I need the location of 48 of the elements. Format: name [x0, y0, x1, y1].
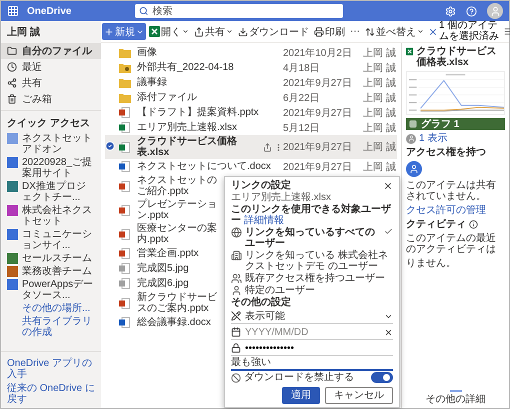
file-name: 【ドラフト】提案資料.pptx — [136, 106, 260, 119]
chart-tab-label: グラフ 1 — [421, 118, 460, 130]
settings-heading: その他の設定 — [231, 297, 292, 308]
app-name: OneDrive — [27, 6, 72, 16]
dialog-title: リンクの設定 — [231, 180, 291, 191]
section-heading: アクセス権を持つ — [406, 147, 487, 158]
file-name: ネクストセットのご紹介.pptx — [136, 174, 218, 198]
owner-cell-text: 上岡 誠 — [363, 160, 397, 174]
file-name: エリア別売上速報.xlsx — [231, 192, 332, 203]
file-name: ネクストセットについて.docx — [136, 160, 272, 173]
owner-cell-text: 上岡 誠 — [363, 76, 397, 90]
file-name: 外部共有_2022-04-18 — [136, 61, 235, 74]
date-cell-text: 2021年9月27日 — [283, 106, 353, 120]
owner-cell-text: 上岡 誠 — [363, 106, 397, 120]
section-heading: クティビティ — [406, 219, 466, 230]
owner-cell-text: 上岡 誠 — [363, 140, 397, 154]
section-title: クイック アクセス — [6, 117, 91, 131]
date-cell-text: 5月12日 — [283, 122, 321, 134]
date-cell-text: 4月18日 — [283, 62, 321, 74]
owner-cell-text: 上岡 誠 — [363, 62, 397, 74]
sharing-status: このアイテムは共有されていません。 — [406, 180, 497, 202]
file-name: 画像 — [136, 46, 158, 59]
date-cell-text: 2021年9月27日 — [283, 141, 353, 154]
file-name: 総会議事録.docx — [136, 316, 212, 329]
owner-cell-text: 上岡 誠 — [363, 46, 397, 60]
file-name: プレゼンテーション.pptx — [136, 198, 218, 222]
file-name: 添付ファイル — [136, 91, 198, 104]
password-strength-label: 最も強い — [231, 357, 272, 368]
owner-cell-text: 上岡 誠 — [363, 92, 397, 104]
file-name: 議事録 — [136, 76, 168, 89]
date-cell-text: 6月22日 — [283, 92, 321, 104]
file-name: 完成図6.jpg — [136, 277, 190, 290]
file-name: クラウドサービス価格表.xlsx — [136, 135, 238, 159]
owner-cell-text: 上岡 誠 — [363, 122, 397, 134]
file-name: エリア別売上速報.xlsx — [136, 121, 238, 134]
date-cell-text: 2021年10月2日 — [283, 46, 353, 60]
activity-text: りません。 — [406, 258, 457, 269]
audience-heading: このリンクを使用できる対象ユーザー 詳細情報 — [231, 204, 392, 226]
toggle-label: ダウンロードを禁止する — [244, 372, 355, 383]
file-name: 完成図5.jpg — [136, 262, 190, 275]
file-name: 営業企画.pptx — [136, 247, 200, 260]
date-cell-text: 2021年9月27日 — [283, 76, 353, 90]
file-name: 新クラウドサービスのご案内.pptx — [136, 291, 218, 315]
activity-text: このアイテムの最近のアクティビティは — [406, 233, 497, 255]
date-cell-text: 2021年9月27日 — [283, 160, 353, 174]
file-name: 医療センターの案内.pptx — [136, 222, 218, 246]
details-title: クラウドサービス価格表.xlsx — [416, 46, 498, 68]
user-name: 上岡 誠 — [6, 26, 41, 40]
